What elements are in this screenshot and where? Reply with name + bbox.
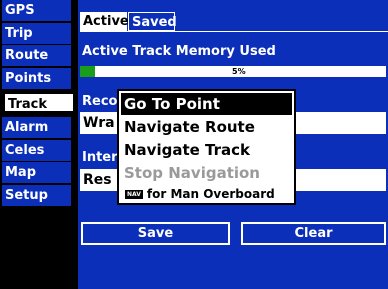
sidebar-item-label: Alarm (5, 120, 49, 135)
sidebar-item-label: GPS (5, 3, 35, 18)
menu-item-stop-navigation: Stop Navigation (124, 164, 260, 182)
sidebar-item-gps[interactable]: GPS (2, 0, 71, 21)
sidebar-item-points[interactable]: Points (2, 68, 71, 89)
sidebar-item-track[interactable]: Track (3, 92, 75, 113)
interval-label: Inter (82, 150, 118, 165)
memory-progress-bar: 5% (80, 66, 386, 77)
options-menu: Go To Point Navigate Route Navigate Trac… (117, 89, 296, 205)
man-overboard-text: for Man Overboard (146, 187, 275, 201)
sidebar-item-label: Trip (5, 26, 33, 41)
sidebar-item-label: Route (5, 48, 49, 63)
sidebar-item-label: Setup (5, 188, 48, 203)
clear-button[interactable]: Clear (241, 222, 386, 245)
sidebar-item-route[interactable]: Route (2, 45, 71, 66)
sidebar-item-trip[interactable]: Trip (2, 23, 71, 44)
sidebar-item-label: Celes (5, 143, 45, 158)
sidebar-item-setup[interactable]: Setup (2, 185, 71, 206)
nav-key-icon: NAV (125, 190, 143, 199)
menu-item-navigate-track[interactable]: Navigate Track (121, 139, 292, 161)
tab-saved[interactable]: Saved (128, 12, 177, 31)
tab-active[interactable]: Active (80, 12, 129, 31)
memory-title: Active Track Memory Used (82, 44, 276, 59)
sidebar-item-label: Map (5, 165, 37, 180)
save-button[interactable]: Save (81, 222, 230, 245)
menu-item-go-to-point[interactable]: Go To Point (121, 93, 292, 115)
menu-item-navigate-route[interactable]: Navigate Route (121, 116, 292, 138)
man-overboard-hint: NAV for Man Overboard (121, 185, 292, 203)
record-mode-label: Reco (82, 94, 118, 109)
memory-progress-fill (80, 66, 96, 77)
memory-percent: 5% (232, 67, 246, 76)
sidebar-item-label: Track (8, 97, 47, 112)
tab-divider (80, 31, 388, 32)
sidebar-item-map[interactable]: Map (2, 162, 71, 183)
gps-screen: GPS Trip Route Points Track Alarm Celes … (0, 0, 388, 289)
sidebar: GPS Trip Route Points Track Alarm Celes … (0, 0, 76, 289)
sidebar-item-celes[interactable]: Celes (2, 140, 71, 161)
sidebar-item-alarm[interactable]: Alarm (2, 117, 71, 138)
sidebar-item-label: Points (5, 71, 52, 86)
